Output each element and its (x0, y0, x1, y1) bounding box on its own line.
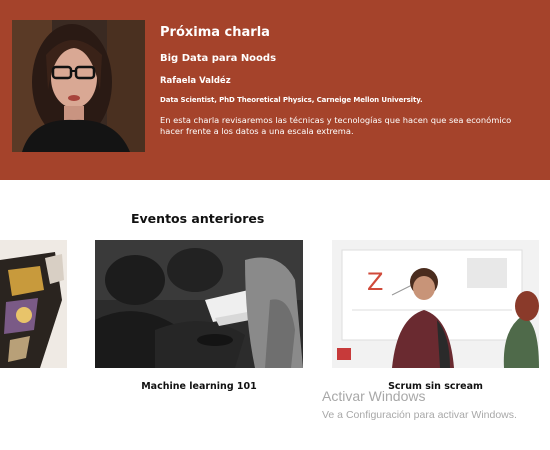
talk-description: En esta charla revisaremos las técnicas … (160, 115, 512, 136)
past-events-heading: Eventos anteriores (131, 211, 265, 226)
event-image (0, 240, 67, 368)
speaker-photo (12, 20, 145, 152)
page: Próxima charla Big Data para Noods Rafae… (0, 0, 550, 450)
speaker-bio: Data Scientist, PhD Theoretical Physics,… (160, 96, 423, 104)
speaker-name: Rafaela Valdéz (160, 76, 231, 86)
event-label: Machine learning 101 (141, 381, 257, 392)
event-image: Z (332, 240, 539, 368)
past-event-card[interactable]: Machine learning 101 (95, 240, 303, 392)
talk-title: Big Data para Noods (160, 53, 277, 64)
activation-subtitle: Ve a Configuración para activar Windows. (322, 409, 517, 421)
past-event-card[interactable]: Z Scrum sin scream (332, 240, 539, 392)
event-image (95, 240, 303, 368)
next-talk-heading: Próxima charla (160, 25, 270, 40)
svg-text:Z: Z (367, 268, 383, 296)
next-talk-banner: Próxima charla Big Data para Noods Rafae… (0, 0, 550, 180)
activation-title: Activar Windows (322, 388, 426, 404)
talk-info: Próxima charla Big Data para Noods Rafae… (160, 25, 540, 137)
past-event-card[interactable] (0, 240, 67, 381)
windows-activation-watermark: Activar Windows Ve a Configuración para … (322, 388, 517, 422)
